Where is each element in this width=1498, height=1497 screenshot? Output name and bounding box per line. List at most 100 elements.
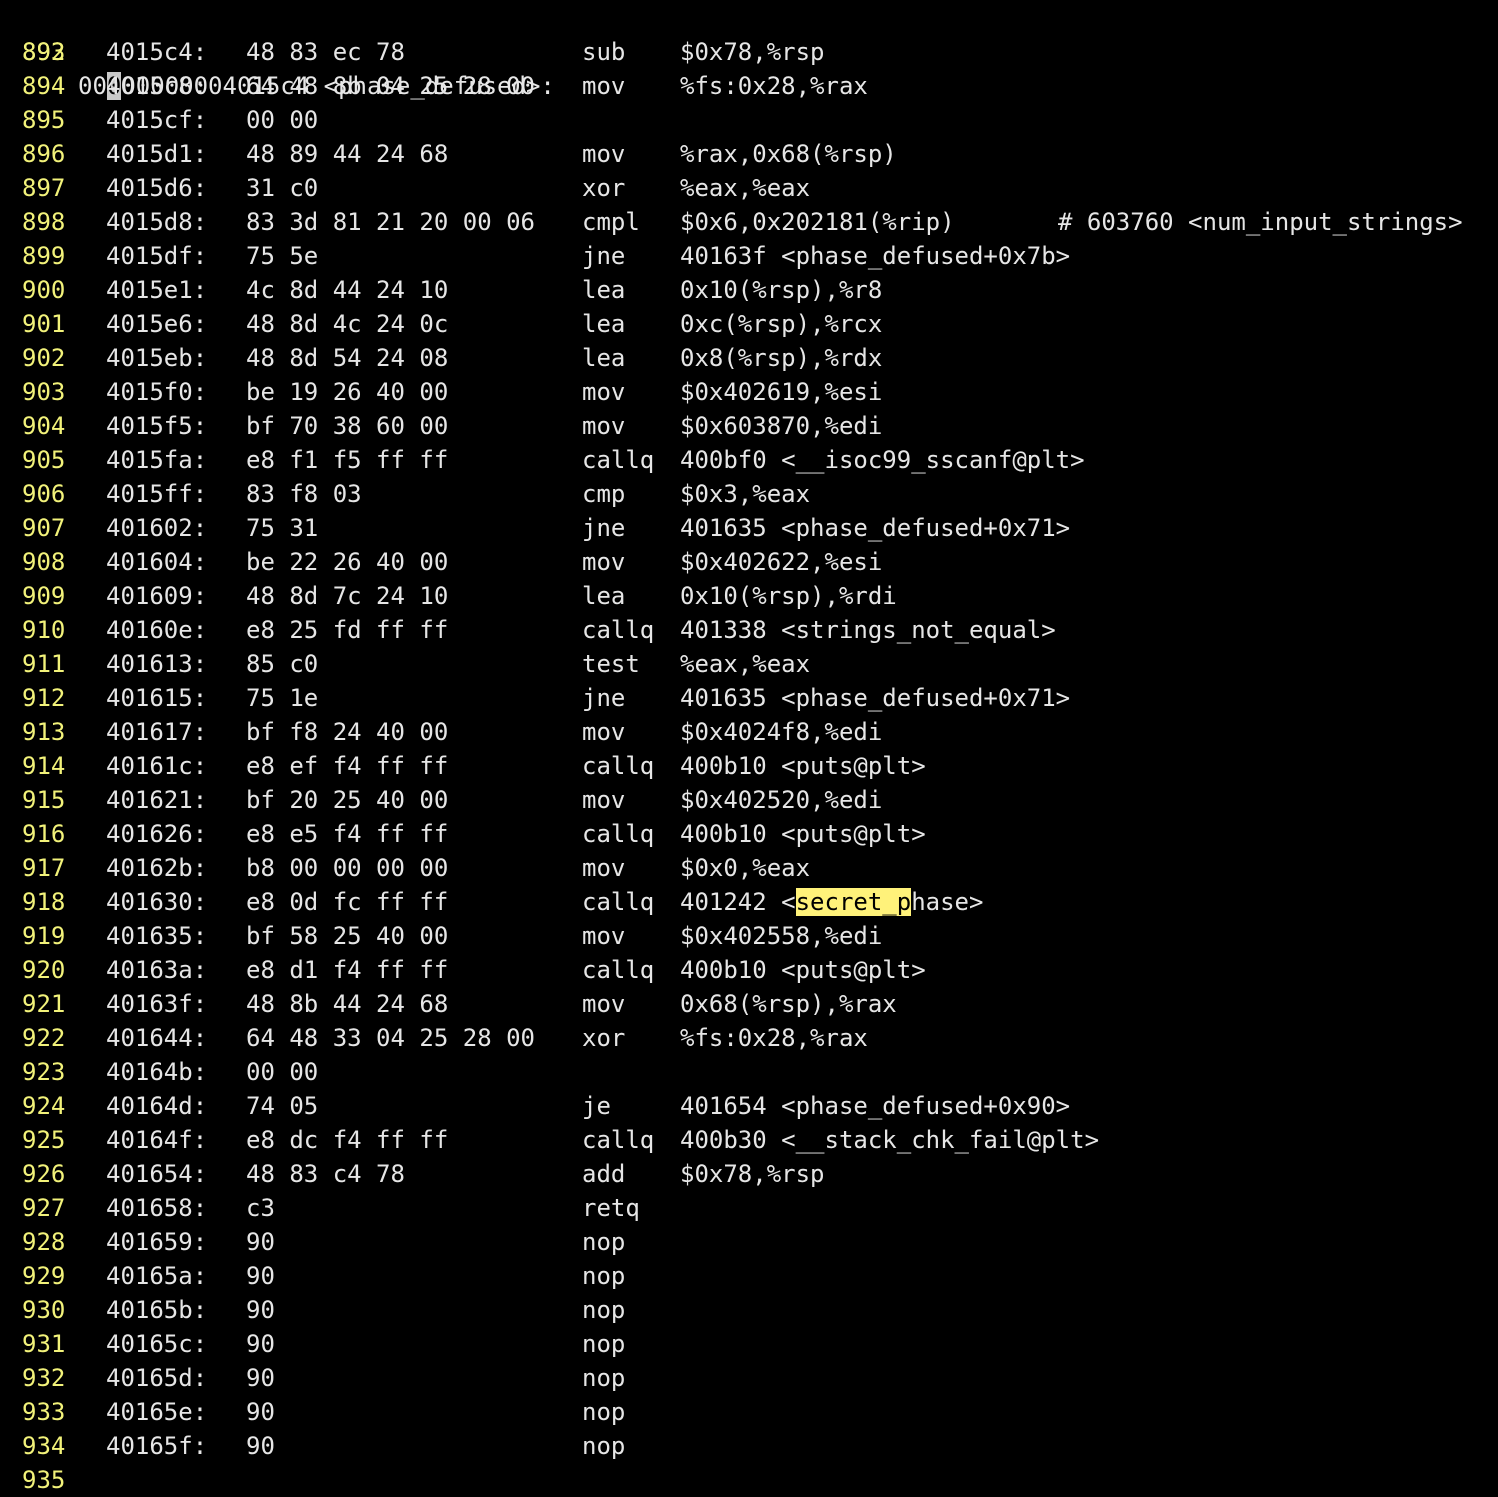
machine-code-bytes: 90: [246, 1228, 275, 1256]
instruction-address: 401626:: [106, 820, 208, 848]
line-number: 913: [22, 718, 66, 746]
line-number: 915: [22, 786, 66, 814]
search-match-highlight: secret_p: [795, 888, 912, 916]
instruction-address: 401609:: [106, 582, 208, 610]
instruction-mnemonic: lea: [582, 582, 626, 610]
machine-code-bytes: 83 f8 03: [246, 480, 362, 508]
line-number: 935: [22, 1466, 66, 1494]
machine-code-bytes: bf 58 25 40 00: [246, 922, 449, 950]
instruction-operands: 0x10(%rsp),%r8: [680, 276, 883, 304]
machine-code-bytes: 90: [246, 1364, 275, 1392]
line-number: 899: [22, 242, 66, 270]
instruction-operands: %fs:0x28,%rax: [680, 72, 868, 100]
machine-code-bytes: 90: [246, 1398, 275, 1426]
disassembly-editor[interactable]: 892 00000000004015c4 <phase_defused>: 89…: [0, 0, 1498, 1494]
line-number: 929: [22, 1262, 66, 1290]
line-number: 914: [22, 752, 66, 780]
instruction-address: 401621:: [106, 786, 208, 814]
instruction-operands: %rax,0x68(%rsp): [680, 140, 897, 168]
line-number: 910: [22, 616, 66, 644]
line-number: 912: [22, 684, 66, 712]
line-number: 905: [22, 446, 66, 474]
instruction-address: 40163a:: [106, 956, 208, 984]
instruction-operands: %eax,%eax: [680, 174, 811, 202]
instruction-mnemonic: nop: [582, 1364, 626, 1392]
instruction-mnemonic: je: [582, 1092, 611, 1120]
machine-code-bytes: e8 25 fd ff ff: [246, 616, 449, 644]
line-number: 926: [22, 1160, 66, 1188]
instruction-address: 4015f5:: [106, 412, 208, 440]
machine-code-bytes: 48 8b 44 24 68: [246, 990, 449, 1018]
instruction-mnemonic: mov: [582, 140, 626, 168]
line-number: 922: [22, 1024, 66, 1052]
instruction-operands: $0x4024f8,%edi: [680, 718, 883, 746]
instruction-address: 4015c8:: [106, 72, 208, 100]
instruction-mnemonic: nop: [582, 1398, 626, 1426]
instruction-address: 4015fa:: [106, 446, 208, 474]
instruction-address: 4015c4:: [106, 38, 208, 66]
instruction-mnemonic: test: [582, 650, 640, 678]
machine-code-bytes: 75 1e: [246, 684, 319, 712]
instruction-mnemonic: cmpl: [582, 208, 640, 236]
instruction-mnemonic: callq: [582, 1126, 655, 1154]
operand-text: hase>: [911, 888, 984, 916]
instruction-address: 401659:: [106, 1228, 208, 1256]
instruction-operands: $0x402520,%edi: [680, 786, 883, 814]
machine-code-bytes: 90: [246, 1330, 275, 1358]
instruction-address: 4015d8:: [106, 208, 208, 236]
machine-code-bytes: e8 f1 f5 ff ff: [246, 446, 449, 474]
line-number: 896: [22, 140, 66, 168]
line-number: 921: [22, 990, 66, 1018]
instruction-operands: 401242 <secret_phase>: [680, 885, 983, 919]
instruction-address: 4015ff:: [106, 480, 208, 508]
machine-code-bytes: bf f8 24 40 00: [246, 718, 449, 746]
instruction-address: 401613:: [106, 650, 208, 678]
instruction-mnemonic: sub: [582, 38, 626, 66]
instruction-mnemonic: nop: [582, 1228, 626, 1256]
instruction-operands: 401635 <phase_defused+0x71>: [680, 514, 1071, 542]
instruction-operands: $0x78,%rsp: [680, 1160, 825, 1188]
line-number: 906: [22, 480, 66, 508]
instruction-mnemonic: jne: [582, 514, 626, 542]
instruction-mnemonic: mov: [582, 72, 626, 100]
instruction-address: 40162b:: [106, 854, 208, 882]
instruction-operands: 401635 <phase_defused+0x71>: [680, 684, 1071, 712]
instruction-operands: 400b30 <__stack_chk_fail@plt>: [680, 1126, 1100, 1154]
machine-code-bytes: 4c 8d 44 24 10: [246, 276, 449, 304]
line-number: 900: [22, 276, 66, 304]
instruction-address: 401602:: [106, 514, 208, 542]
instruction-address: 401604:: [106, 548, 208, 576]
instruction-address: 4015df:: [106, 242, 208, 270]
machine-code-bytes: bf 20 25 40 00: [246, 786, 449, 814]
line-number: 927: [22, 1194, 66, 1222]
instruction-operands: 0x10(%rsp),%rdi: [680, 582, 897, 610]
line-number: 920: [22, 956, 66, 984]
line-number: 925: [22, 1126, 66, 1154]
machine-code-bytes: 90: [246, 1262, 275, 1290]
machine-code-bytes: 48 89 44 24 68: [246, 140, 449, 168]
instruction-address: 401630:: [106, 888, 208, 916]
line-number: 901: [22, 310, 66, 338]
instruction-mnemonic: mov: [582, 990, 626, 1018]
machine-code-bytes: 64 48 8b 04 25 28 00: [246, 72, 535, 100]
instruction-operands: $0x402619,%esi: [680, 378, 883, 406]
machine-code-bytes: 00 00: [246, 1058, 319, 1086]
instruction-mnemonic: nop: [582, 1432, 626, 1460]
instruction-mnemonic: mov: [582, 922, 626, 950]
instruction-mnemonic: callq: [582, 616, 655, 644]
line-number: 893: [22, 38, 66, 66]
line-number: 907: [22, 514, 66, 542]
instruction-operands: 40163f <phase_defused+0x7b>: [680, 242, 1071, 270]
line-number: 923: [22, 1058, 66, 1086]
instruction-address: 40164d:: [106, 1092, 208, 1120]
header-line[interactable]: 892 00000000004015c4 <phase_defused>:: [0, 1, 555, 100]
instruction-address: 401654:: [106, 1160, 208, 1188]
instruction-operands: 401338 <strings_not_equal>: [680, 616, 1056, 644]
instruction-mnemonic: xor: [582, 174, 626, 202]
machine-code-bytes: 75 31: [246, 514, 319, 542]
instruction-address: 401644:: [106, 1024, 208, 1052]
operand-text: 401242 <: [680, 888, 796, 916]
machine-code-bytes: be 19 26 40 00: [246, 378, 449, 406]
machine-code-bytes: e8 d1 f4 ff ff: [246, 956, 449, 984]
line-number: 931: [22, 1330, 66, 1358]
